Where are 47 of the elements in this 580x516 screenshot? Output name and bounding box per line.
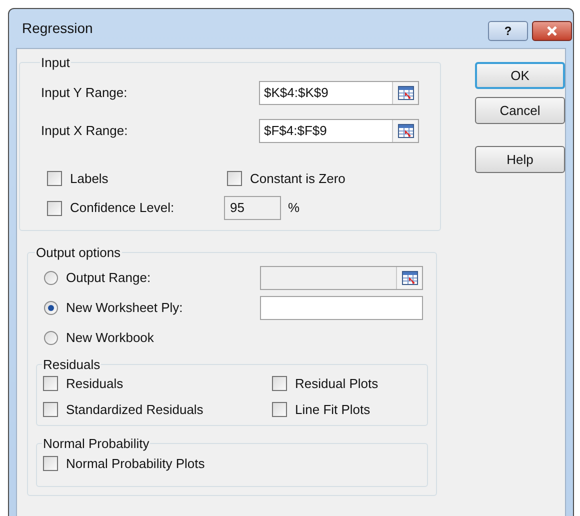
checkbox-label: Labels [70,170,108,188]
close-button[interactable] [532,21,572,41]
range-picker-button[interactable] [392,82,418,104]
group-title: Input [40,54,71,72]
range-picker-icon [398,86,414,100]
radio-button[interactable] [44,300,58,314]
radio-label: New Workbook [66,328,154,347]
checkbox-label: Line Fit Plots [295,400,370,418]
dialog-button[interactable]: OK [475,62,565,89]
checkbox-label: Residual Plots [295,375,378,393]
help-title-button[interactable]: ? [488,21,528,41]
checkbox[interactable] [227,170,242,186]
checkbox[interactable] [43,456,58,471]
range-label: Input Y Range: [41,84,128,102]
group-title: Output options [35,244,122,262]
window-title: Regression [22,19,94,38]
range-value: $F$4:$F$9 [264,123,327,138]
confidence-value: 95 [230,199,244,218]
radio-label: New Worksheet Ply: [66,298,183,317]
range-field[interactable] [260,296,423,320]
unit-label: % [288,199,300,218]
dialog-button[interactable]: Help [475,146,565,173]
checkbox-label: Confidence Level: [70,199,174,218]
close-icon [546,26,558,36]
checkbox[interactable] [43,376,58,392]
range-label: Input X Range: [41,122,129,140]
radio-button[interactable] [44,330,58,344]
group-title: Residuals [42,356,102,374]
checkbox-label: Standardized Residuals [66,400,204,418]
range-picker-icon [398,124,414,138]
checkbox[interactable] [43,402,58,417]
radio-label: Output Range: [66,268,151,287]
checkbox-label: Normal Probability Plots [66,454,205,473]
checkbox[interactable] [272,402,287,417]
checkbox[interactable] [47,200,62,216]
range-picker-button[interactable] [392,120,418,142]
checkbox-label: Constant is Zero [250,170,346,188]
dialog-button[interactable]: Cancel [475,97,565,124]
group-title: Normal Probability [42,435,150,453]
checkbox[interactable] [272,376,287,392]
range-value: $K$4:$K$9 [264,85,328,100]
radio-button[interactable] [44,270,58,284]
range-field[interactable]: $F$4:$F$9 [259,119,419,143]
checkbox-label: Residuals [66,375,124,393]
range-field[interactable]: $K$4:$K$9 [259,81,419,105]
checkbox[interactable] [47,170,62,186]
range-picker-icon [402,270,418,284]
